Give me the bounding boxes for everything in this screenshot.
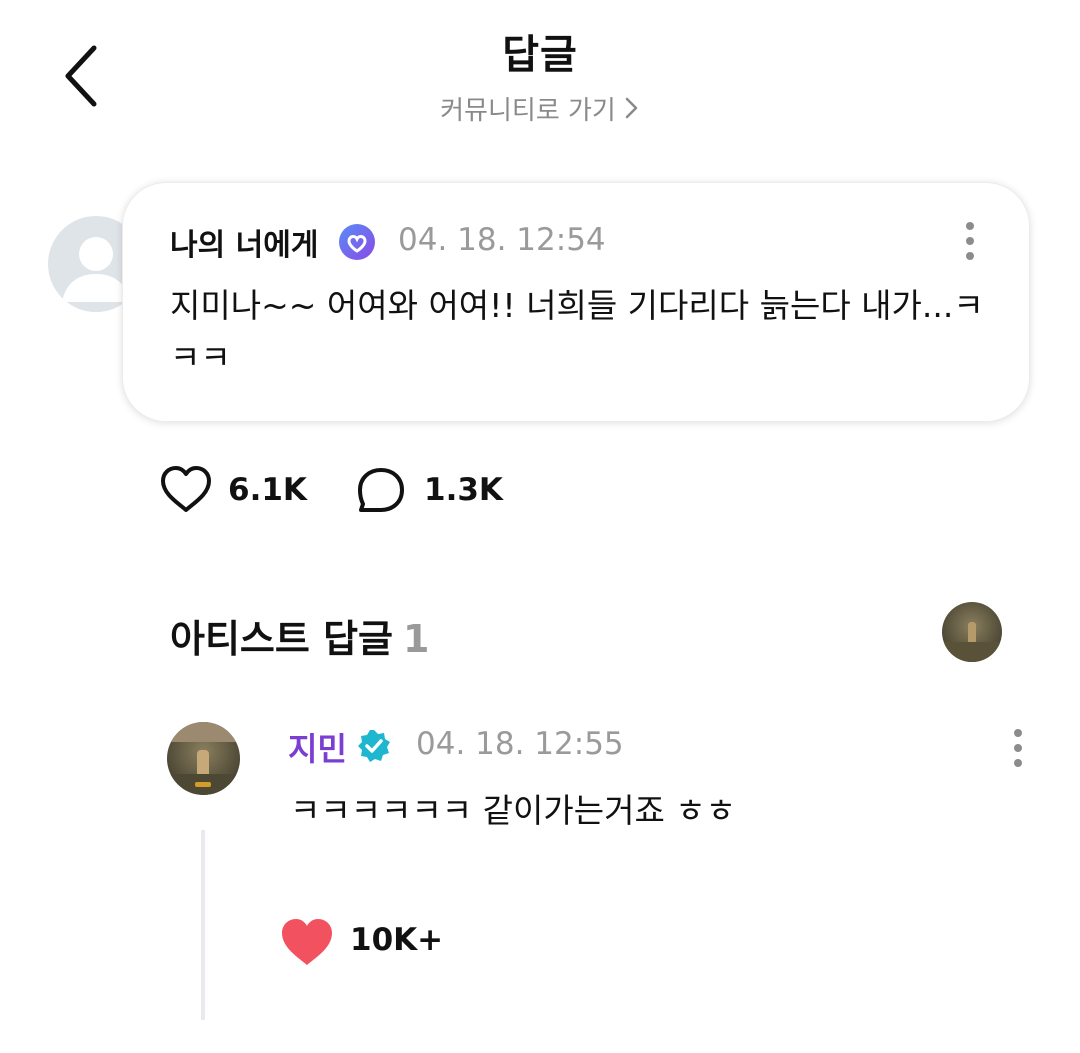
post-timestamp: 04. 18. 12:54 [398,222,606,258]
section-title: 아티스트 답글 1 [170,608,429,663]
verified-badge-icon [356,728,392,764]
reply-like-button[interactable] [280,916,334,968]
go-to-community-link[interactable]: 커뮤니티로 가기 [0,90,1080,128]
like-count: 6.1K [228,472,307,508]
chevron-right-icon [624,95,640,128]
reply-timestamp: 04. 18. 12:55 [416,726,624,762]
comment-bubble-icon [358,468,404,512]
comment-button[interactable] [354,464,408,518]
like-button[interactable] [158,462,214,518]
go-to-community-label: 커뮤니티로 가기 [440,96,616,126]
artist-avatar[interactable] [942,602,1002,662]
comment-count: 1.3K [424,472,503,508]
section-title-label: 아티스트 답글 [170,617,393,661]
reply-count-badge: 1 [403,617,430,661]
page-title: 답글 [502,32,578,78]
heart-filled-icon [282,919,332,965]
verified-badge-icon [338,223,376,261]
avatar[interactable] [167,722,240,795]
reply-body: ㅋㅋㅋㅋㅋㅋ 같이가는거죠 ㅎㅎ [290,791,737,830]
reply-author[interactable]: 지민 [288,724,347,770]
thread-line [201,830,205,1020]
reply-like-count: 10K+ [350,922,444,958]
more-options-icon[interactable] [950,215,990,275]
more-options-icon[interactable] [998,722,1038,782]
post-body: 지미나~~ 어여와 어여!! 너희들 기다리다 늙는다 내가...ㅋㅋㅋ [170,286,984,377]
post-author[interactable]: 나의 너에게 [170,220,318,264]
heart-outline-icon [161,466,211,512]
